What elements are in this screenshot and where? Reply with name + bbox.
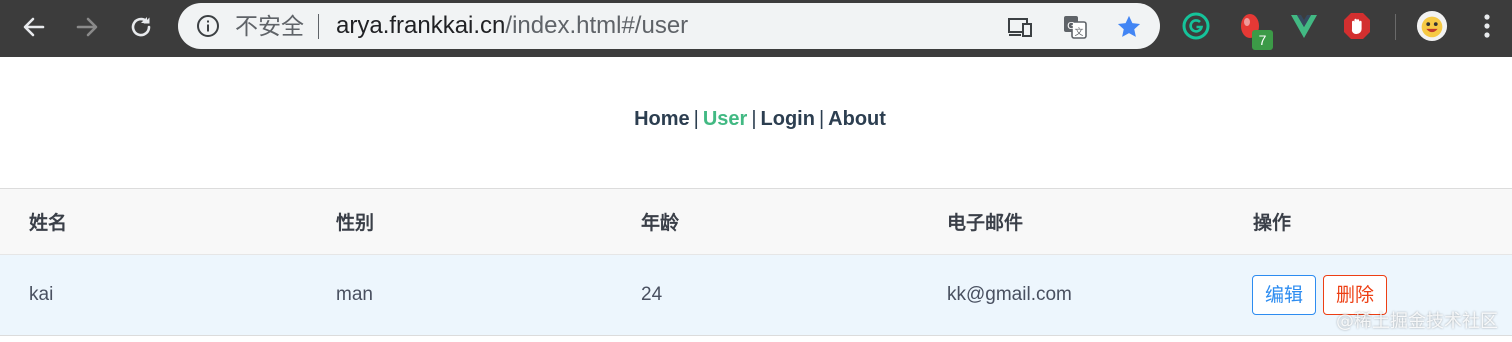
header-email: 电子邮件 — [947, 213, 1024, 234]
nav-separator: | — [751, 108, 757, 130]
header-name: 姓名 — [29, 213, 68, 234]
reload-button[interactable] — [123, 9, 159, 45]
adblock-icon[interactable] — [1341, 10, 1373, 42]
header-actions: 操作 — [1253, 213, 1292, 234]
menu-icon[interactable] — [1471, 10, 1503, 42]
cell-age: 24 — [641, 284, 663, 305]
nav-separator: | — [818, 108, 825, 130]
nav-link-about[interactable]: About — [828, 108, 886, 130]
cell-email: kk@gmail.com — [947, 284, 1072, 305]
toolbar-divider — [1395, 14, 1396, 40]
extension-badge: 7 — [1252, 30, 1273, 50]
url-path: /index.html#/user — [505, 12, 689, 39]
cast-icon[interactable] — [1006, 13, 1034, 41]
translate-icon[interactable]: G文 — [1061, 13, 1089, 41]
url-host: arya.frankkai.cn — [336, 12, 506, 39]
info-icon[interactable] — [196, 14, 220, 38]
nav-separator: | — [693, 108, 699, 130]
browser-toolbar: 不安全 arya.frankkai.cn/index.html#/user G文… — [0, 0, 1512, 57]
back-button[interactable] — [16, 9, 52, 45]
arrow-right-icon — [76, 17, 98, 37]
star-icon[interactable] — [1115, 13, 1143, 41]
address-bar[interactable]: 不安全 arya.frankkai.cn/index.html#/user G文 — [178, 3, 1160, 49]
profile-avatar[interactable] — [1416, 10, 1448, 42]
user-table: 姓名 性别 年龄 电子邮件 操作 kai man 24 kk@gmail.com… — [0, 188, 1512, 336]
cell-gender: man — [336, 284, 373, 305]
omnibox-divider — [318, 14, 319, 39]
grammarly-icon[interactable] — [1180, 10, 1212, 42]
vue-devtools-icon[interactable] — [1288, 10, 1320, 42]
table-header: 姓名 性别 年龄 电子邮件 操作 — [0, 188, 1512, 255]
nav-link-user[interactable]: User — [703, 108, 747, 130]
security-label[interactable]: 不安全 — [235, 3, 304, 49]
nav-link-home[interactable]: Home — [634, 108, 690, 130]
arrow-left-icon — [23, 17, 45, 37]
cell-name: kai — [29, 284, 54, 305]
svg-text:文: 文 — [1074, 26, 1083, 38]
forward-button[interactable] — [69, 9, 105, 45]
header-age: 年龄 — [641, 213, 680, 234]
edit-button[interactable]: 编辑 — [1252, 275, 1317, 315]
table-row: kai man 24 kk@gmail.com 编辑 删除 — [0, 255, 1512, 336]
nav-link-login[interactable]: Login — [761, 108, 815, 130]
reload-icon — [131, 17, 151, 37]
main-nav: Home | User | Login | About — [0, 108, 1512, 131]
header-gender: 性别 — [336, 213, 375, 234]
watermark: @稀土掘金技术社区 — [1336, 311, 1498, 332]
url-text[interactable]: arya.frankkai.cn/index.html#/user — [336, 3, 688, 49]
